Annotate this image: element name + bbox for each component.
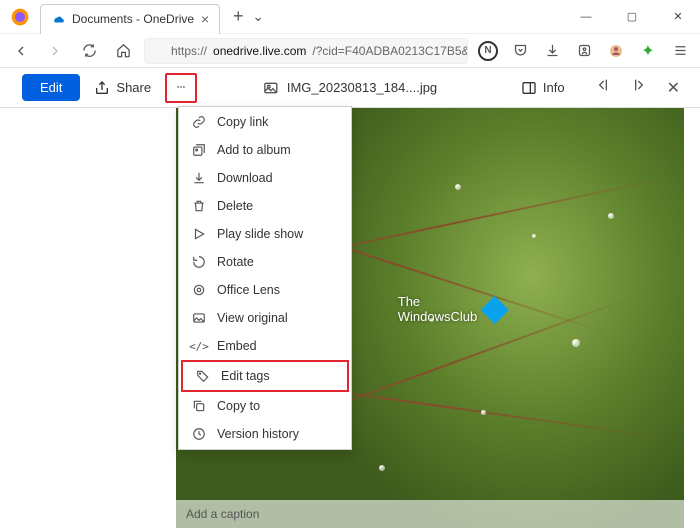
info-label: Info: [543, 80, 565, 95]
share-icon: [94, 80, 110, 96]
home-button[interactable]: [110, 38, 136, 64]
download-icon: [191, 170, 207, 186]
watermark-line1: The: [398, 295, 477, 310]
info-icon: [521, 80, 537, 96]
titlebar: Documents - OneDrive × + ⌄ — ▢ ✕: [0, 0, 700, 34]
profile-icon[interactable]: [604, 39, 628, 63]
copyto-icon: [191, 398, 207, 414]
close-window-button[interactable]: ✕: [656, 2, 700, 32]
share-label: Share: [116, 80, 151, 95]
more-button[interactable]: [165, 73, 197, 103]
menu-item-label: Copy to: [217, 399, 260, 413]
menu-item-view-original[interactable]: View original: [179, 304, 351, 332]
watermark: The WindowsClub: [398, 295, 505, 325]
caption-placeholder: Add a caption: [186, 507, 259, 521]
app-toolbar: Edit Share IMG_20230813_184....jpg Info …: [0, 68, 700, 108]
pocket-icon[interactable]: [508, 39, 532, 63]
image-file-icon: [263, 80, 279, 96]
menu-item-copy-to[interactable]: Copy to: [179, 392, 351, 420]
filename-display: IMG_20230813_184....jpg: [263, 80, 437, 96]
menu-item-edit-tags[interactable]: Edit tags: [181, 360, 349, 392]
firefox-icon: [10, 7, 30, 27]
menu-item-label: View original: [217, 311, 288, 325]
more-menu: Copy link Add to album Download Delete Play …: [178, 106, 352, 450]
extensions-icon[interactable]: ✦: [636, 39, 660, 63]
menu-item-copy-link[interactable]: Copy link: [179, 108, 351, 136]
menu-item-label: Office Lens: [217, 283, 280, 297]
menu-item-label: Play slide show: [217, 227, 303, 241]
menu-icon[interactable]: [668, 39, 692, 63]
account-icon[interactable]: [572, 39, 596, 63]
address-bar: https:// onedrive.live.com /?cid=F40ADBA02…: [0, 34, 700, 68]
onedrive-icon: [51, 12, 65, 26]
menu-item-label: Delete: [217, 199, 253, 213]
more-icon: [173, 82, 189, 92]
new-tab-button[interactable]: +: [224, 3, 252, 31]
menu-item-office-lens[interactable]: Office Lens: [179, 276, 351, 304]
menu-item-label: Add to album: [217, 143, 291, 157]
info-button[interactable]: Info: [511, 80, 575, 96]
menu-item-download[interactable]: Download: [179, 164, 351, 192]
extension-n-icon[interactable]: N: [476, 39, 500, 63]
menu-item-embed[interactable]: </> Embed: [179, 332, 351, 360]
downloads-icon[interactable]: [540, 39, 564, 63]
watermark-line2: WindowsClub: [398, 310, 477, 325]
forward-button[interactable]: [42, 38, 68, 64]
tag-icon: [195, 368, 211, 384]
tab-title: Documents - OneDrive: [72, 12, 194, 26]
share-button[interactable]: Share: [84, 80, 161, 96]
tab-close-icon[interactable]: ×: [201, 11, 209, 27]
embed-icon: </>: [191, 338, 207, 354]
filename-text: IMG_20230813_184....jpg: [287, 80, 437, 95]
menu-item-play-slide-show[interactable]: Play slide show: [179, 220, 351, 248]
link-icon: [191, 114, 207, 130]
maximize-button[interactable]: ▢: [610, 2, 654, 32]
reload-button[interactable]: [76, 38, 102, 64]
watermark-logo-icon: [481, 295, 509, 323]
caption-input[interactable]: Add a caption: [176, 500, 684, 528]
lens-icon: [191, 282, 207, 298]
menu-item-label: Version history: [217, 427, 299, 441]
back-button[interactable]: [8, 38, 34, 64]
url-path: /?cid=F40ADBA0213C17B5&: [312, 44, 468, 58]
minimize-button[interactable]: —: [564, 2, 608, 32]
menu-item-add-to-album[interactable]: Add to album: [179, 136, 351, 164]
menu-item-label: Embed: [217, 339, 257, 353]
menu-item-version-history[interactable]: Version history: [179, 420, 351, 448]
url-prefix: https://: [171, 44, 207, 58]
tabs-dropdown-icon[interactable]: ⌄: [252, 8, 264, 25]
close-viewer-button[interactable]: ✕: [667, 78, 680, 98]
rotate-icon: [191, 254, 207, 270]
menu-item-rotate[interactable]: Rotate: [179, 248, 351, 276]
menu-item-label: Copy link: [217, 115, 268, 129]
delete-icon: [191, 198, 207, 214]
url-domain: onedrive.live.com: [213, 44, 306, 58]
menu-item-delete[interactable]: Delete: [179, 192, 351, 220]
menu-item-label: Edit tags: [221, 369, 270, 383]
edit-button[interactable]: Edit: [22, 74, 80, 101]
album-icon: [191, 142, 207, 158]
view-icon: [191, 310, 207, 326]
play-icon: [191, 226, 207, 242]
history-icon: [191, 426, 207, 442]
url-bar[interactable]: https:// onedrive.live.com /?cid=F40ADBA02…: [144, 38, 468, 64]
prev-button[interactable]: [595, 77, 611, 98]
next-button[interactable]: [631, 77, 647, 98]
menu-item-label: Rotate: [217, 255, 254, 269]
browser-tab[interactable]: Documents - OneDrive ×: [40, 4, 220, 34]
menu-item-label: Download: [217, 171, 273, 185]
